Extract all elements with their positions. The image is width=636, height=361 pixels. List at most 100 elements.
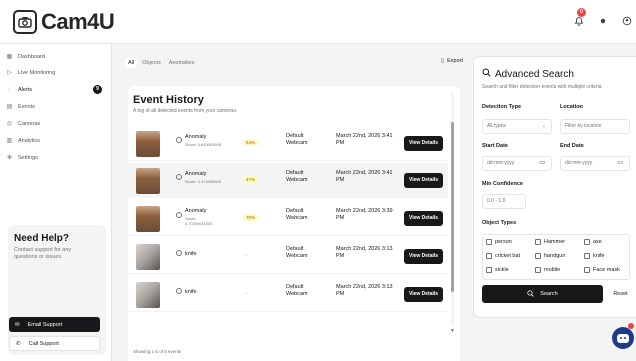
scrollbar[interactable] — [451, 92, 454, 326]
mail-icon: ✉ — [15, 321, 20, 328]
event-timestamp: March 22nd, 2026 3:41 PM — [336, 170, 393, 183]
sidebar-item-settings[interactable]: ✻ Settings — [4, 151, 104, 164]
event-thumbnail[interactable] — [136, 131, 160, 157]
event-thumbnail[interactable] — [136, 206, 160, 232]
checkbox-hammer[interactable]: Hammer — [535, 239, 565, 245]
alert-circle-icon — [176, 288, 182, 294]
help-title: Need Help? — [14, 233, 70, 244]
theme-toggle-icon[interactable] — [598, 16, 608, 26]
export-button[interactable]: ▯ Export — [441, 58, 463, 64]
checkbox-icon[interactable] — [584, 253, 590, 259]
checkbox-icon[interactable] — [486, 239, 492, 245]
search-button-label: Search — [540, 291, 558, 297]
call-support-button[interactable]: ✆ Call Support — [9, 336, 100, 351]
checkbox-handgun[interactable]: handgun — [535, 253, 565, 259]
sidebar-item-live-monitoring[interactable]: ▷ Live Monitoring — [4, 66, 104, 79]
checkbox-knife[interactable]: knife — [584, 253, 605, 259]
tab-anomalies[interactable]: Anomalies — [166, 58, 198, 68]
checkbox-axe[interactable]: axe — [584, 239, 602, 245]
bell-icon[interactable]: 0 — [574, 8, 586, 26]
checkbox-label: knife — [593, 253, 605, 259]
checkbox-label: handgun — [544, 253, 566, 259]
grid-icon: ▦ — [6, 54, 13, 60]
confidence-badge: - — [246, 253, 248, 258]
event-timestamp: March 22nd, 2026 3:39 PM — [336, 208, 393, 221]
view-details-button[interactable]: View Details — [404, 287, 443, 302]
end-date-placeholder: dd-mm-yyyy — [565, 160, 593, 166]
sidebar-item-events[interactable]: ▤ Events — [4, 100, 104, 113]
table-row[interactable]: knife - Default Webcam March 22nd, 2026 … — [128, 239, 448, 274]
view-details-button[interactable]: View Details — [404, 173, 443, 188]
calendar-icon[interactable]: ▭ — [539, 157, 545, 170]
checkbox-mobile[interactable]: mobile — [535, 267, 560, 273]
checkbox-label: Face mask — [593, 267, 620, 273]
table-row[interactable]: Anomaly Score: 0.70200011033 70% Default… — [128, 201, 448, 236]
checkbox-label: axe — [593, 239, 602, 245]
checkbox-icon[interactable] — [584, 239, 590, 245]
calendar-icon: ▤ — [6, 104, 13, 110]
event-timestamp: March 22nd, 2026 3:13 PM — [336, 246, 393, 259]
event-thumbnail[interactable] — [136, 244, 160, 270]
search-icon — [482, 68, 491, 80]
detection-score: Score: 0.70200011033 — [185, 216, 213, 226]
robot-icon — [617, 333, 629, 343]
top-bar: Cam4U 0 — [0, 0, 636, 44]
sidebar-item-alerts[interactable]: ◌ Alerts 9 — [4, 83, 104, 96]
alert-circle-icon — [176, 212, 182, 218]
event-tabs: All Objects Anomalies — [125, 58, 197, 68]
min-confidence-input[interactable]: 0.0 - 1.0 — [482, 194, 526, 209]
checkbox-face-mask[interactable]: Face mask — [584, 267, 620, 273]
checkbox-icon[interactable] — [486, 267, 492, 273]
help-text: Contact support for any questions or iss… — [14, 247, 72, 260]
tab-objects[interactable]: Objects — [139, 58, 164, 68]
scroll-down-icon[interactable]: ▼ — [450, 328, 455, 334]
start-date-label: Start Date — [482, 143, 508, 149]
location-input[interactable]: Filter by location — [560, 119, 630, 134]
advanced-search-panel: Advanced Search Search and filter detect… — [473, 56, 636, 318]
table-row[interactable]: Anomaly Score: 0.643091605 64% Default W… — [128, 126, 448, 161]
search-button[interactable]: Search — [482, 285, 603, 303]
sidebar-item-label: Dashboard — [18, 53, 45, 60]
view-details-button[interactable]: View Details — [404, 249, 443, 264]
event-thumbnail[interactable] — [136, 168, 160, 194]
calendar-icon[interactable]: ▭ — [617, 157, 623, 170]
checkbox-label: mobile — [544, 267, 561, 273]
checkbox-cricket-bat[interactable]: cricket bat — [486, 253, 520, 259]
end-date-input[interactable]: dd-mm-yyyy ▭ — [560, 156, 630, 171]
camera-name: Default Webcam — [286, 284, 308, 297]
checkbox-sickle[interactable]: sickle — [486, 267, 509, 273]
confidence-badge: 70% — [243, 214, 259, 221]
view-details-button[interactable]: View Details — [404, 136, 443, 151]
view-details-button[interactable]: View Details — [404, 211, 443, 226]
detection-type-select[interactable]: All types ⌄ — [482, 119, 552, 134]
event-timestamp: March 22nd, 2026 3:41 PM — [336, 133, 393, 146]
email-support-button[interactable]: ✉ Email Support — [9, 317, 100, 332]
checkbox-person[interactable]: person — [486, 239, 512, 245]
event-thumbnail[interactable] — [136, 282, 160, 308]
start-date-input[interactable]: dd-mm-yyyy ▭ — [482, 156, 552, 171]
checkbox-icon[interactable] — [584, 267, 590, 273]
export-label: Export — [447, 58, 463, 64]
camera-icon: ◎ — [6, 121, 13, 127]
sidebar-item-dashboard[interactable]: ▦ Dashboard — [4, 50, 104, 63]
table-row[interactable]: knife - Default Webcam March 22nd, 2026 … — [128, 277, 448, 312]
sidebar-item-analytics[interactable]: ▥ Analytics — [4, 134, 104, 147]
table-row[interactable]: Anomaly Score: 0.474406625 47% Default W… — [128, 163, 448, 198]
checkbox-icon[interactable] — [535, 253, 541, 259]
checkbox-label: person — [495, 239, 512, 245]
camera-name: Default Webcam — [286, 246, 308, 259]
tab-all[interactable]: All — [125, 58, 138, 68]
chatbot-button[interactable] — [612, 327, 634, 349]
app-logo[interactable]: Cam4U — [13, 9, 115, 35]
scrollbar-thumb[interactable] — [451, 122, 454, 292]
user-icon[interactable] — [622, 16, 632, 26]
checkbox-icon[interactable] — [486, 253, 492, 259]
reset-button[interactable]: Reset — [607, 285, 634, 303]
advanced-search-title: Advanced Search — [482, 68, 574, 80]
checkbox-icon[interactable] — [535, 239, 541, 245]
detection-label: knife — [185, 289, 197, 295]
sidebar-item-cameras[interactable]: ◎ Cameras — [4, 117, 104, 130]
checkbox-icon[interactable] — [535, 267, 541, 273]
camera-name: Default Webcam — [286, 170, 308, 183]
checkbox-label: Hammer — [544, 239, 566, 245]
